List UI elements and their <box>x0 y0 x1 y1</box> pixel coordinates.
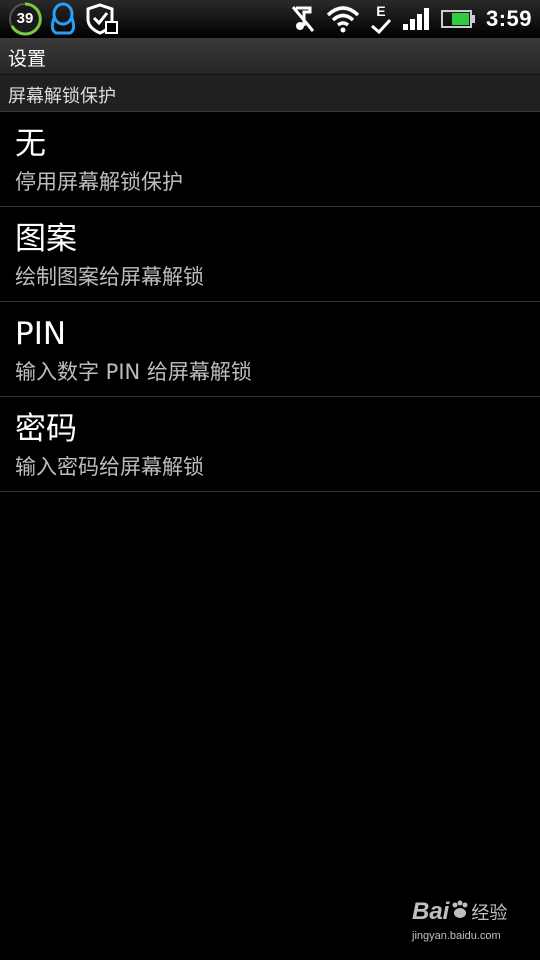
option-title: PIN <box>15 316 67 352</box>
option-title: 图案 <box>15 221 77 257</box>
option-pin[interactable]: PIN 输入数字 PIN 给屏幕解锁 <box>0 302 540 397</box>
watermark-brand-left: Bai <box>412 898 450 925</box>
security-shield-icon <box>84 2 120 36</box>
status-bar-notifications: 39 <box>0 2 120 36</box>
lock-option-list: 无 停用屏幕解锁保护 图案 绘制图案给屏幕解锁 PIN 输入数字 PIN 给屏幕… <box>0 112 540 492</box>
status-bar: 39 E 3:59 <box>0 0 540 38</box>
mute-icon <box>290 4 316 34</box>
option-pattern[interactable]: 图案 绘制图案给屏幕解锁 <box>0 207 540 302</box>
notification-count-icon: 39 <box>8 2 42 36</box>
notification-count: 39 <box>16 10 34 27</box>
watermark-url: jingyan.baidu.com <box>412 930 501 942</box>
watermark-brand-right: 经验 <box>471 903 508 924</box>
option-title: 无 <box>15 126 46 162</box>
baidu-watermark: Bai 经验 jingyan.baidu.com <box>412 896 512 948</box>
status-time: 3:59 <box>485 6 532 31</box>
network-type-label: E <box>376 3 386 19</box>
option-summary: 停用屏幕解锁保护 <box>15 170 183 194</box>
section-title: 屏幕解锁保护 <box>8 86 116 107</box>
signal-icon <box>402 7 430 31</box>
wifi-icon <box>326 5 360 33</box>
option-password[interactable]: 密码 输入密码给屏幕解锁 <box>0 397 540 492</box>
battery-icon <box>440 9 476 29</box>
qq-penguin-icon <box>48 2 78 36</box>
section-header: 屏幕解锁保护 <box>0 75 540 112</box>
edge-data-icon: E <box>370 4 392 34</box>
option-title: 密码 <box>15 411 77 447</box>
option-summary: 输入数字 PIN 给屏幕解锁 <box>15 360 252 384</box>
title-bar: 设置 <box>0 38 540 75</box>
option-none[interactable]: 无 停用屏幕解锁保护 <box>0 112 540 207</box>
status-bar-system: E 3:59 <box>290 4 540 34</box>
option-summary: 绘制图案给屏幕解锁 <box>15 265 204 289</box>
page-title: 设置 <box>8 48 47 70</box>
option-summary: 输入密码给屏幕解锁 <box>15 455 204 479</box>
paw-icon <box>450 900 470 924</box>
